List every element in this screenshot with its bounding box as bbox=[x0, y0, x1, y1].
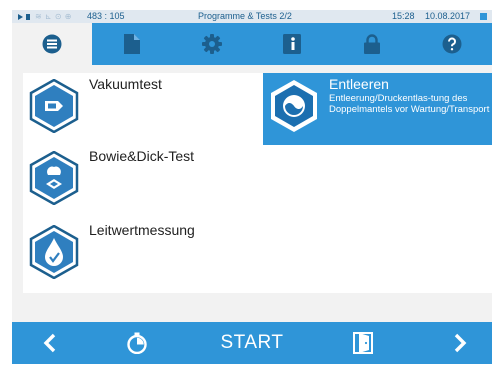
document-icon bbox=[124, 34, 140, 54]
program-title: Vakuumtest bbox=[89, 76, 162, 92]
start-label: START bbox=[220, 332, 284, 353]
drain-icon bbox=[271, 80, 317, 132]
next-button[interactable] bbox=[430, 322, 490, 364]
status-bar: ≋ ⊾ ⊙ ⊕ 483 : 105 Programme & Tests 2/2 … bbox=[12, 10, 492, 23]
help-icon bbox=[442, 34, 462, 54]
program-entleeren[interactable]: Entleeren Entleerung/Druckentlas-tung de… bbox=[263, 73, 492, 145]
cycle-counter: 483 : 105 bbox=[87, 11, 125, 21]
tab-settings[interactable] bbox=[172, 23, 252, 65]
list-icon bbox=[42, 34, 62, 54]
tab-bar bbox=[12, 23, 492, 65]
tab-security[interactable] bbox=[332, 23, 412, 65]
chevron-right-icon bbox=[454, 333, 467, 353]
tab-help[interactable] bbox=[412, 23, 492, 65]
start-button[interactable]: START bbox=[202, 322, 302, 364]
timer-icon bbox=[127, 332, 147, 354]
program-bowie-dick[interactable]: Bowie&Dick-Test bbox=[23, 145, 253, 217]
status-indicators: ≋ ⊾ ⊙ ⊕ bbox=[35, 12, 72, 21]
screen-title: Programme & Tests 2/2 bbox=[198, 11, 292, 21]
clock-date: 10.08.2017 bbox=[425, 11, 471, 21]
door-button[interactable] bbox=[333, 322, 393, 364]
tab-protocols[interactable] bbox=[92, 23, 172, 65]
bottom-bar: START bbox=[12, 322, 492, 364]
program-leitwertmessung[interactable]: Leitwertmessung bbox=[23, 219, 253, 291]
timer-button[interactable] bbox=[107, 322, 167, 364]
program-title: Leitwertmessung bbox=[89, 222, 195, 238]
chevron-left-icon bbox=[43, 333, 56, 353]
gear-icon bbox=[202, 34, 222, 54]
prev-button[interactable] bbox=[20, 322, 80, 364]
document-indicator-icon bbox=[26, 10, 30, 23]
program-title: Bowie&Dick-Test bbox=[89, 148, 195, 164]
program-list: Vakuumtest Bowie&Dick-Test Leitwertmessu… bbox=[23, 73, 492, 293]
program-description: Entleerung/Druckentlas-tung des Doppelma… bbox=[329, 93, 490, 115]
play-indicator-icon bbox=[18, 10, 23, 23]
conductivity-icon bbox=[29, 225, 79, 279]
status-square-icon bbox=[480, 13, 487, 20]
device-screen: ≋ ⊾ ⊙ ⊕ 483 : 105 Programme & Tests 2/2 … bbox=[12, 10, 492, 364]
lock-icon bbox=[364, 34, 380, 54]
vacuum-test-icon bbox=[29, 79, 79, 133]
program-vakuumtest[interactable]: Vakuumtest bbox=[23, 73, 253, 145]
tab-programs[interactable] bbox=[12, 23, 92, 65]
info-book-icon bbox=[283, 34, 301, 54]
clock-time: 15:28 bbox=[392, 11, 415, 21]
tab-info[interactable] bbox=[252, 23, 332, 65]
door-icon bbox=[353, 332, 373, 354]
bowie-dick-icon bbox=[29, 151, 79, 205]
program-title: Entleeren bbox=[329, 76, 389, 92]
